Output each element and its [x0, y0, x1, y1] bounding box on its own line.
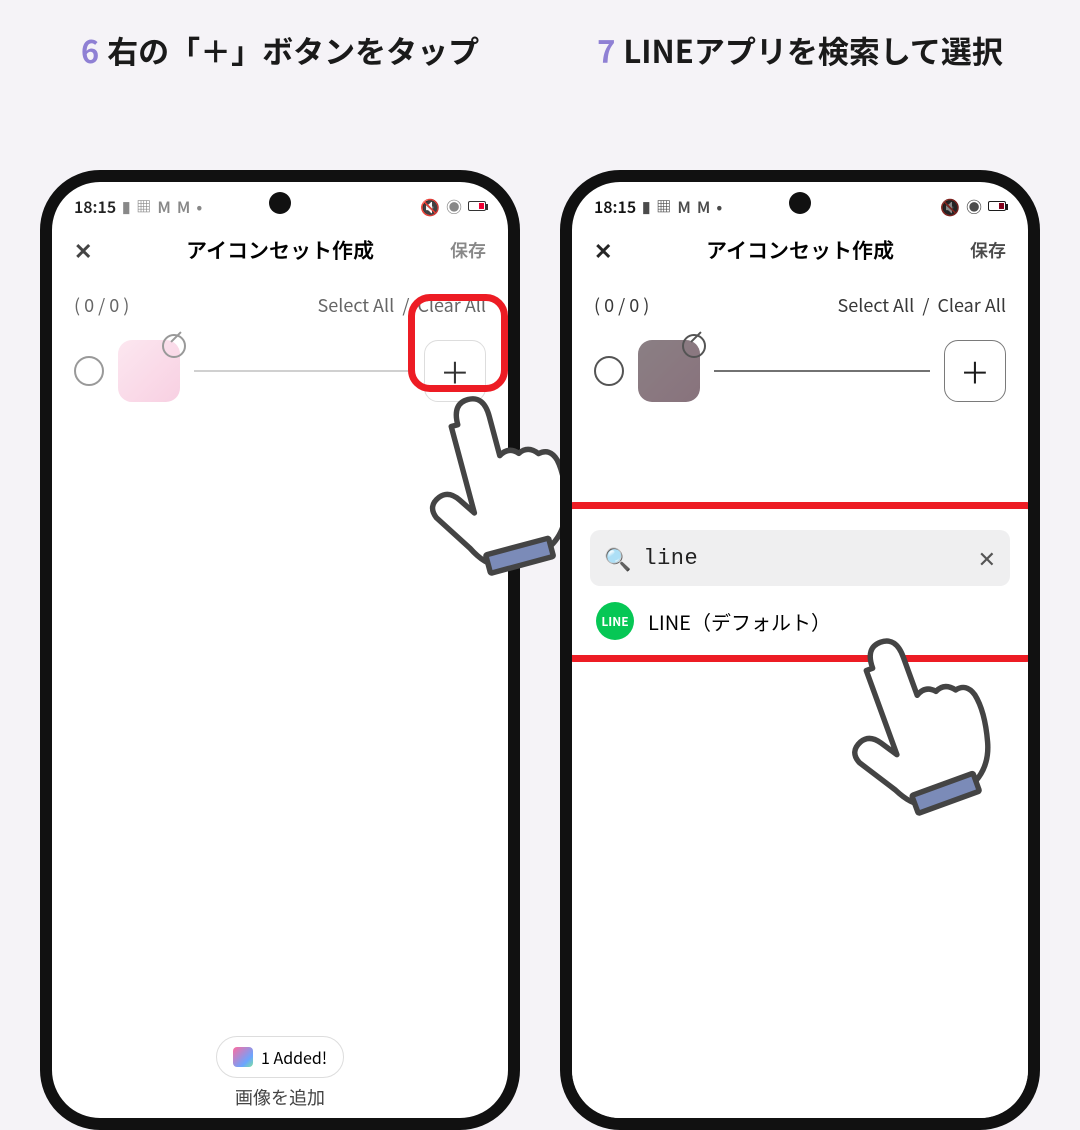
camera-notch: [269, 192, 291, 214]
close-button[interactable]: ✕: [594, 234, 612, 266]
clear-search-button[interactable]: ✕: [978, 542, 996, 574]
icon-thumbnail[interactable]: [638, 340, 700, 402]
save-button[interactable]: 保存: [970, 237, 1006, 263]
step-number: 6: [81, 27, 99, 72]
select-all-button[interactable]: Select All: [318, 292, 395, 318]
save-button[interactable]: 保存: [450, 237, 486, 263]
dot-icon: •: [196, 194, 202, 218]
app-search-sheet: 🔍 line ✕ LINE LINE（デフォルト）: [572, 512, 1028, 1118]
clear-all-button[interactable]: Clear All: [937, 292, 1006, 318]
line-app-icon: LINE: [596, 602, 634, 640]
phone-frame: 18:15 ▮ ▦ M M • 🔇 ◉: [40, 170, 520, 1130]
mail-icon-2: M: [697, 194, 710, 218]
clear-all-button[interactable]: Clear All: [417, 292, 486, 318]
step-6-column: 6右の「＋」ボタンをタップ 18:15 ▮ ▦ M M •: [20, 0, 540, 1050]
battery-low-icon: [988, 201, 1006, 211]
connector-line: [714, 370, 930, 372]
selection-bar: ( 0 / 0 ) Select All / Clear All: [52, 278, 508, 332]
status-time: 18:15: [594, 194, 636, 218]
connector-line: [194, 370, 410, 372]
close-button[interactable]: ✕: [74, 234, 92, 266]
step-number: 7: [597, 27, 615, 72]
add-app-button[interactable]: ＋: [424, 340, 486, 402]
battery-icon: ▮: [122, 196, 130, 217]
mail-icon-1: M: [677, 194, 690, 218]
added-toast: 1 Added!: [216, 1036, 344, 1078]
mute-icon: 🔇: [420, 194, 440, 218]
grid-icon: ▦: [136, 196, 151, 217]
counter: ( 0 / 0 ): [594, 292, 649, 318]
grid-icon: ▦: [656, 196, 671, 217]
phone-frame: 18:15 ▮ ▦ M M • 🔇 ◉: [560, 170, 1040, 1130]
dot-icon: •: [716, 194, 722, 218]
search-field[interactable]: 🔍 line ✕: [590, 530, 1010, 586]
mail-icon-2: M: [177, 194, 190, 218]
add-image-label[interactable]: 画像を追加: [235, 1084, 325, 1110]
search-result-line[interactable]: LINE LINE（デフォルト）: [590, 586, 1010, 656]
toast-text: 1 Added!: [261, 1045, 327, 1069]
status-bar: 18:15 ▮ ▦ M M • 🔇 ◉: [572, 182, 1028, 222]
mail-icon-1: M: [157, 194, 170, 218]
icon-row: ＋: [572, 332, 1028, 410]
selection-bar: ( 0 / 0 ) Select All / Clear All: [572, 278, 1028, 332]
select-all-button[interactable]: Select All: [838, 292, 915, 318]
icon-thumbnail[interactable]: [118, 340, 180, 402]
battery-low-icon: [468, 201, 486, 211]
select-radio[interactable]: [74, 356, 104, 386]
app-title: アイコンセット作成: [186, 235, 374, 265]
wifi-icon: ◉: [966, 194, 982, 218]
add-app-button[interactable]: ＋: [944, 340, 1006, 402]
app-bar: ✕ アイコンセット作成 保存: [52, 222, 508, 278]
status-time: 18:15: [74, 194, 116, 218]
icon-row: ＋: [52, 332, 508, 410]
toast-icon: [233, 1047, 253, 1067]
phone-mockup-2: 18:15 ▮ ▦ M M • 🔇 ◉: [560, 170, 1040, 1050]
wifi-icon: ◉: [446, 194, 462, 218]
mute-icon: 🔇: [940, 194, 960, 218]
app-title: アイコンセット作成: [706, 235, 894, 265]
result-label: LINE（デフォルト）: [648, 607, 831, 636]
step-text: 右の「＋」ボタンをタップ: [107, 27, 479, 72]
battery-icon: ▮: [642, 196, 650, 217]
step-7-heading: 7LINEアプリを検索して選択: [540, 0, 1060, 170]
select-radio[interactable]: [594, 356, 624, 386]
phone-mockup-1: 18:15 ▮ ▦ M M • 🔇 ◉: [40, 170, 520, 1050]
search-input[interactable]: line: [643, 546, 965, 571]
app-bar: ✕ アイコンセット作成 保存: [572, 222, 1028, 278]
step-text: LINEアプリを検索して選択: [623, 27, 1003, 72]
search-icon: 🔍: [604, 542, 631, 574]
counter: ( 0 / 0 ): [74, 292, 129, 318]
step-7-column: 7LINEアプリを検索して選択 18:15 ▮ ▦ M M •: [540, 0, 1060, 1050]
step-6-heading: 6右の「＋」ボタンをタップ: [20, 0, 540, 170]
